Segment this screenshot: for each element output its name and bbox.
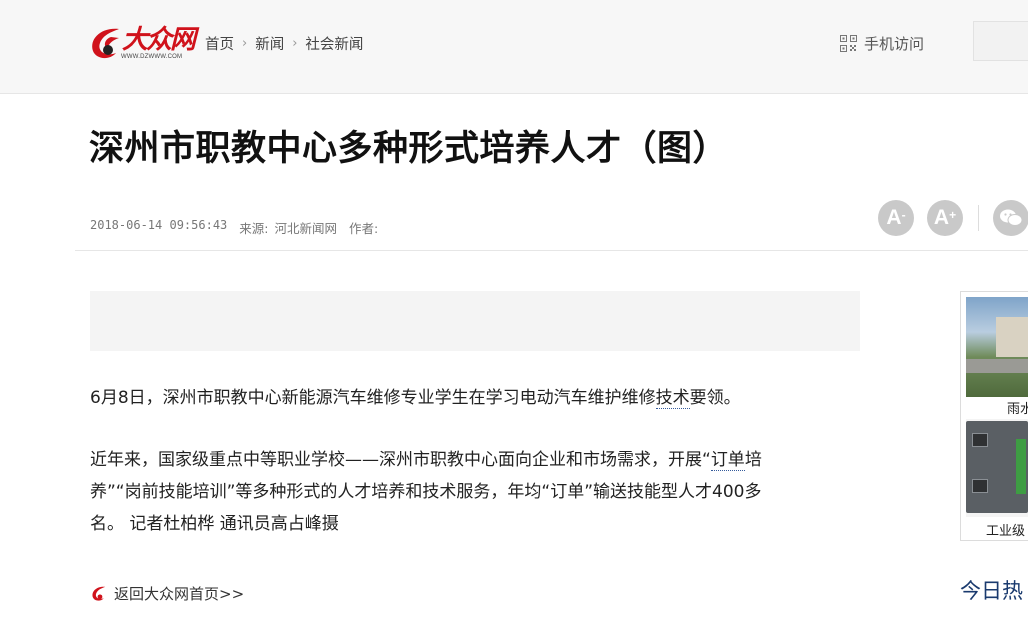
sidebar-ad-box: 雨水 工业级 [960, 291, 1028, 541]
toolbar-divider [978, 205, 979, 231]
wechat-icon [1000, 209, 1023, 226]
chevron-right-icon: › [242, 36, 248, 51]
source-name: 河北新闻网 [274, 221, 338, 236]
source-label: 来源: [239, 221, 269, 236]
font-decrease-button[interactable]: A- [878, 200, 914, 236]
site-logo[interactable]: 大众网 WWW.DZWWW.COM [89, 17, 196, 65]
keyword-link-order[interactable]: 订单 [710, 450, 745, 471]
keyword-link-technology[interactable]: 技术 [655, 388, 690, 409]
wechat-share-button[interactable] [993, 200, 1028, 236]
ad-placeholder [90, 291, 860, 351]
sidebar-caption-1[interactable]: 雨水 [1007, 398, 1028, 417]
article-title: 深州市职教中心多种形式培养人才（图） [89, 129, 729, 169]
logo-text: 大众网 [122, 25, 196, 55]
font-increase-button[interactable]: A + [927, 200, 963, 236]
top-header: 大众网 WWW.DZWWW.COM 首页 › 新闻 › 社会新闻 手机访问 [0, 0, 1028, 94]
article-meta: 2018-06-14 09:56:43 来源: 河北新闻网 作者: [90, 218, 378, 237]
logo-swirl-icon [92, 28, 119, 59]
home-swirl-icon [92, 586, 106, 601]
publish-date: 2018-06-14 09:56:43 [90, 218, 228, 232]
breadcrumb-news[interactable]: 新闻 [255, 33, 284, 54]
qr-code-icon [840, 35, 857, 52]
author-label: 作者: [349, 221, 379, 236]
breadcrumb: 首页 › 新闻 › 社会新闻 [205, 33, 363, 54]
chevron-right-icon: › [292, 36, 298, 51]
hot-news-heading: 今日热 [960, 579, 1023, 603]
mobile-access-label: 手机访问 [864, 35, 925, 53]
search-input[interactable] [973, 21, 1028, 61]
mobile-access-link[interactable]: 手机访问 [840, 33, 924, 54]
sidebar-image-house[interactable] [966, 297, 1028, 397]
back-home-link[interactable]: 返回大众网首页>> [90, 583, 244, 604]
breadcrumb-home[interactable]: 首页 [205, 33, 234, 54]
sidebar-caption-2[interactable]: 工业级 [986, 520, 1025, 539]
sidebar-image-device[interactable] [966, 419, 1028, 517]
article-paragraph-2: 近年来，国家级重点中等职业学校——深州市职教中心面向企业和市场需求，开展“订单培… [90, 450, 762, 534]
breadcrumb-social-news[interactable]: 社会新闻 [305, 33, 363, 54]
logo-url: WWW.DZWWW.COM [121, 54, 183, 60]
meta-divider [75, 250, 1028, 251]
article-paragraph-1: 6月8日，深州市职教中心新能源汽车维修专业学生在学习电动汽车维护维修技术要领。 [90, 388, 741, 409]
